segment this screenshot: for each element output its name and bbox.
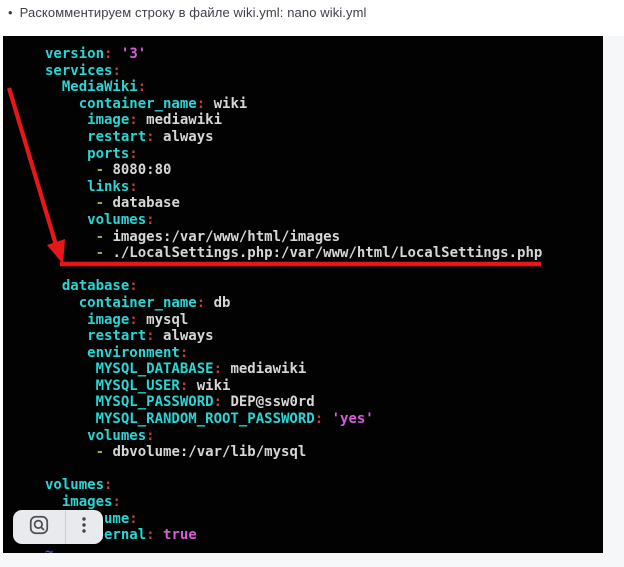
page: { "caption": { "bullet": "•", "text": "Р… <box>0 0 624 567</box>
code-line <box>45 461 603 478</box>
kebab-menu-icon <box>75 515 93 540</box>
visual-search-button[interactable] <box>13 510 65 544</box>
code-line: MYSQL_DATABASE: mediawiki <box>45 361 603 378</box>
code-line: - ./LocalSettings.php:/var/www/html/Loca… <box>45 245 603 262</box>
code-line: MediaWiki: <box>45 79 603 96</box>
code-line: version: '3' <box>45 46 603 63</box>
code-line: ~ <box>45 544 603 553</box>
more-options-button[interactable] <box>65 510 103 544</box>
code-line: image: mediawiki <box>45 112 603 129</box>
code-line: MYSQL_USER: wiki <box>45 378 603 395</box>
caption-text: Раскомментируем строку в файле wiki.yml:… <box>20 5 367 20</box>
code-line: - dbvolume:/var/lib/mysql <box>45 444 603 461</box>
code-line: volumes: <box>45 428 603 445</box>
page-gutter-right <box>603 36 624 567</box>
image-tools-overlay <box>13 510 103 544</box>
code-line: ports: <box>45 146 603 163</box>
code-line: links: <box>45 179 603 196</box>
code-line: volumes: <box>45 212 603 229</box>
code-line <box>45 262 603 279</box>
code-line: services: <box>45 63 603 80</box>
code-line: environment: <box>45 345 603 362</box>
code-line: volumes: <box>45 477 603 494</box>
code-line: images: <box>45 494 603 511</box>
code-line: - 8080:80 <box>45 162 603 179</box>
bullet-marker: • <box>8 5 13 20</box>
terminal-code: version: '3'services: MediaWiki: contain… <box>3 36 603 553</box>
code-line: MYSQL_RANDOM_ROOT_PASSWORD: 'yes' <box>45 411 603 428</box>
code-line: - images:/var/www/html/images <box>45 229 603 246</box>
code-line: database: <box>45 278 603 295</box>
code-line: - database <box>45 195 603 212</box>
caption: • Раскомментируем строку в файле wiki.yml… <box>8 5 367 20</box>
terminal-window: version: '3'services: MediaWiki: contain… <box>3 36 603 553</box>
page-gutter-bottom <box>0 553 624 567</box>
code-line: restart: always <box>45 129 603 146</box>
visual-search-icon <box>28 514 50 541</box>
code-line: container_name: wiki <box>45 96 603 113</box>
code-line: restart: always <box>45 328 603 345</box>
code-line: image: mysql <box>45 312 603 329</box>
code-line: dbvolume: <box>45 511 603 528</box>
code-line: external: true <box>45 527 603 544</box>
code-line: container_name: db <box>45 295 603 312</box>
code-line: MYSQL_PASSWORD: DEP@ssw0rd <box>45 394 603 411</box>
